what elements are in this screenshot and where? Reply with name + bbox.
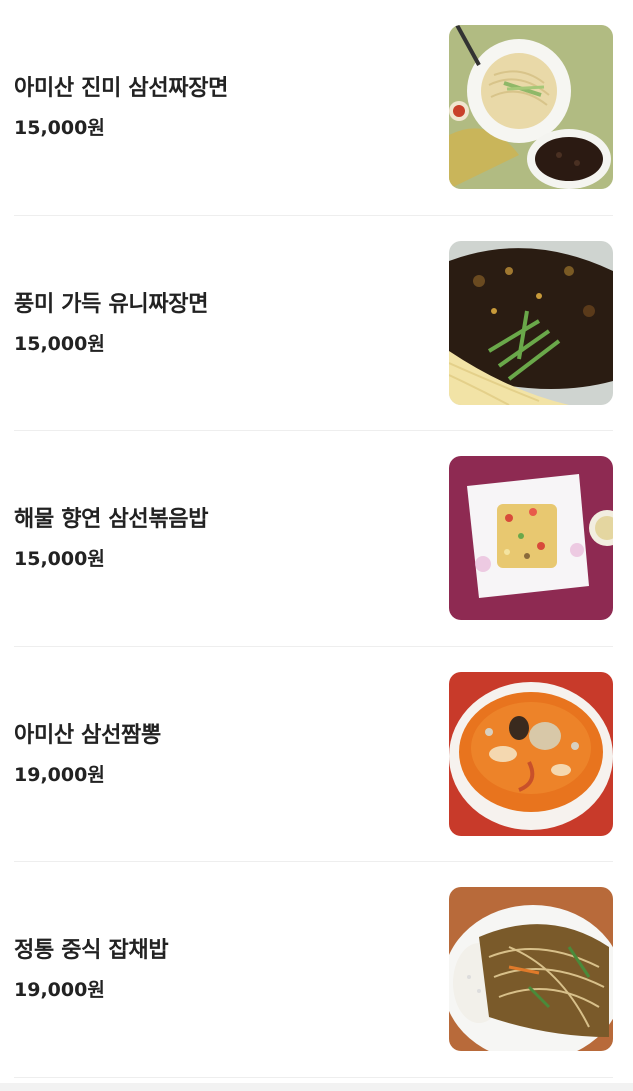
menu-item-name: 아미산 진미 삼선짜장면 — [14, 76, 229, 102]
menu-item[interactable]: 아미산 삼선짬뽕 19,000원 — [14, 647, 613, 862]
japchae-rice-photo — [449, 887, 613, 1052]
menu-item-name: 정통 중식 잡채밥 — [14, 938, 169, 964]
menu-item-image[interactable] — [449, 25, 613, 190]
menu-item[interactable]: 풍미 가득 유니짜장면 15,000원 — [14, 216, 613, 431]
seafood-fried-rice-photo — [449, 456, 613, 621]
menu-list: 아미산 진미 삼선짜장면 15,000원 풍미 가득 유니짜장면 15,000원… — [0, 0, 633, 1091]
menu-item-text: 아미산 삼선짬뽕 19,000원 — [14, 721, 161, 787]
menu-item-image[interactable] — [449, 671, 613, 836]
menu-item[interactable]: 해물 향연 삼선볶음밥 15,000원 — [14, 431, 613, 647]
menu-item-image[interactable] — [449, 887, 613, 1052]
bottom-divider — [0, 1083, 633, 1091]
uni-jjajang-noodles-photo — [449, 240, 613, 405]
menu-item-price: 15,000원 — [14, 117, 105, 140]
menu-item-price: 19,000원 — [14, 979, 105, 1002]
menu-item[interactable]: 아미산 진미 삼선짜장면 15,000원 — [14, 0, 613, 216]
menu-item-price: 19,000원 — [14, 763, 105, 786]
jjajang-noodles-side-sauce-photo — [449, 25, 613, 190]
menu-item-text: 정통 중식 잡채밥 19,000원 — [14, 936, 169, 1002]
menu-item-image[interactable] — [449, 240, 613, 405]
menu-item-image[interactable] — [449, 456, 613, 621]
samseon-jjamppong-photo — [449, 671, 613, 836]
menu-item-name: 해물 향연 삼선볶음밥 — [14, 507, 209, 533]
menu-item[interactable]: 정통 중식 잡채밥 19,000원 — [14, 862, 613, 1078]
menu-item-price: 15,000원 — [14, 548, 105, 571]
menu-item-text: 풍미 가득 유니짜장면 15,000원 — [14, 290, 208, 356]
menu-item-text: 해물 향연 삼선볶음밥 15,000원 — [14, 505, 208, 571]
menu-item-name: 풍미 가득 유니짜장면 — [14, 291, 209, 317]
menu-item-price: 15,000원 — [14, 332, 105, 355]
menu-item-text: 아미산 진미 삼선짜장면 15,000원 — [14, 74, 228, 140]
menu-item-name: 아미산 삼선짬뽕 — [14, 722, 161, 748]
